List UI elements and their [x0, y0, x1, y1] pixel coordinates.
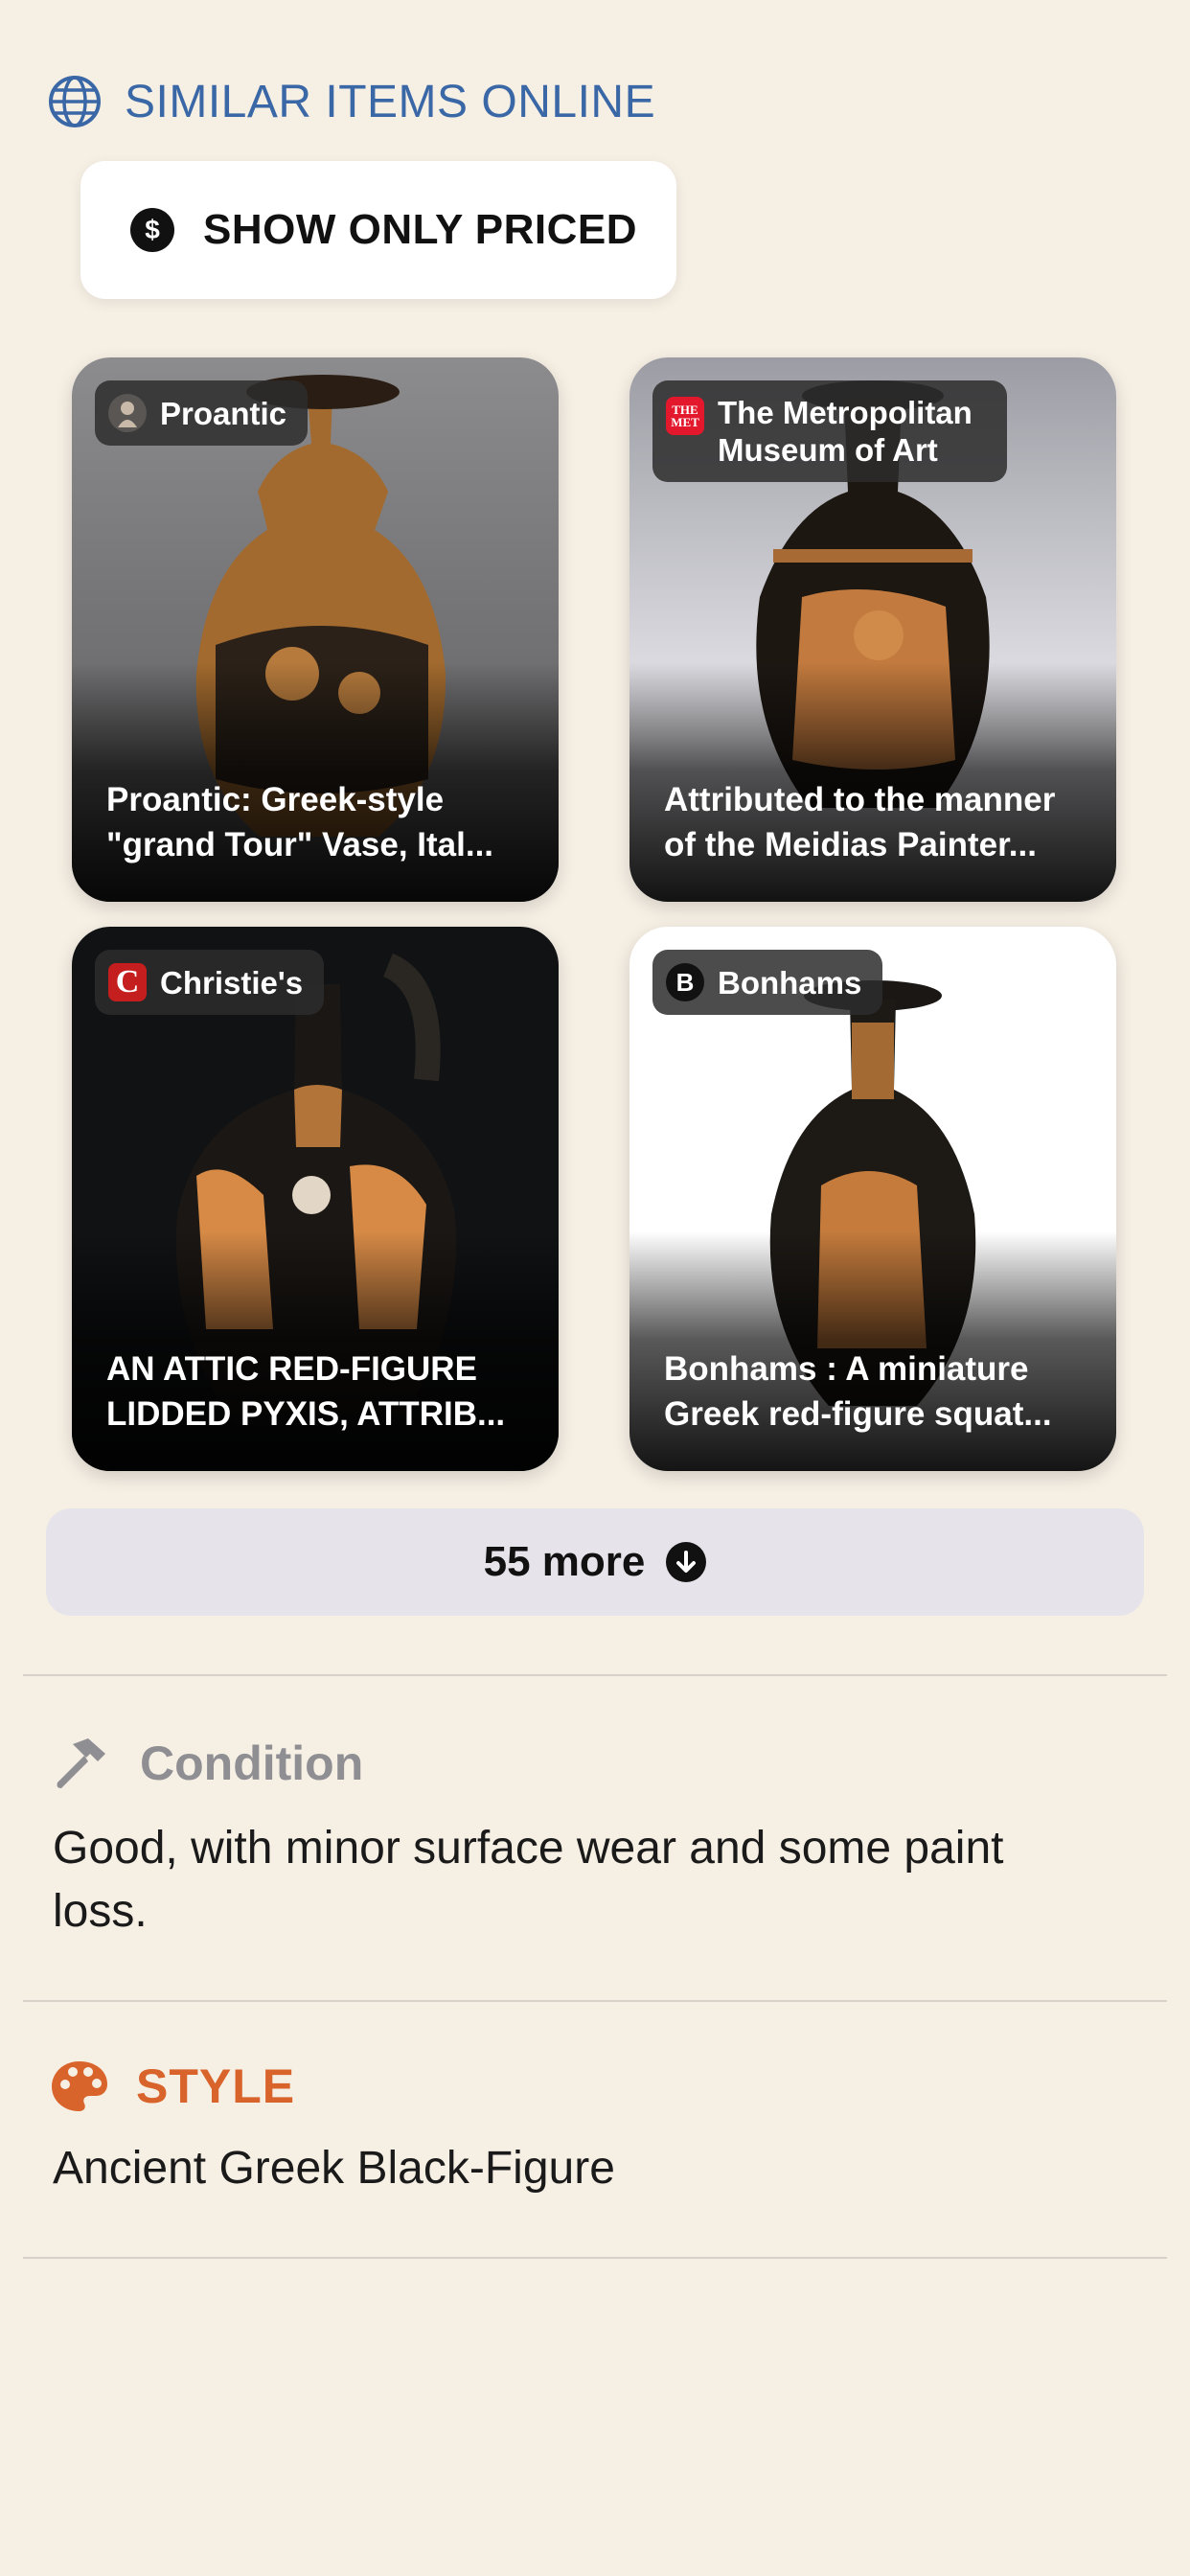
- result-card-bonhams[interactable]: B Bonhams Bonhams : A miniature Greek re…: [629, 927, 1116, 1471]
- globe-icon: [49, 76, 101, 127]
- divider: [23, 2257, 1167, 2259]
- palette-icon: [52, 2061, 107, 2111]
- source-name: Bonhams: [718, 964, 862, 1000]
- christies-logo-icon: C: [108, 963, 147, 1001]
- card-title: Proantic: Greek-style "grand Tour" Vase,…: [106, 781, 494, 863]
- result-card-proantic[interactable]: Proantic Proantic: Greek-style "grand To…: [72, 357, 559, 902]
- met-logo-icon: THE MET: [666, 397, 704, 435]
- show-more-button[interactable]: 55 more: [46, 1508, 1144, 1616]
- dollar-icon: $: [130, 208, 174, 252]
- condition-text: Good, with minor surface wear and some p…: [53, 1823, 1004, 1937]
- similar-items-header: SIMILAR ITEMS ONLINE: [48, 73, 655, 130]
- result-card-christies[interactable]: C Christie's AN ATTIC RED-FIGURE LIDDED …: [72, 927, 559, 1471]
- source-name: The Metropolitan Museum of Art: [718, 395, 973, 468]
- style-title: STYLE: [136, 2059, 296, 2113]
- section-title: SIMILAR ITEMS ONLINE: [125, 76, 656, 127]
- card-title: Bonhams : A miniature Greek red-figure s…: [664, 1350, 1052, 1433]
- condition-header: Condition: [50, 1735, 363, 1792]
- source-name: Christie's: [160, 964, 304, 1000]
- divider: [23, 2000, 1167, 2002]
- style-header: STYLE: [50, 2058, 295, 2114]
- source-name: Proantic: [160, 395, 287, 431]
- source-badge: Proantic: [95, 380, 309, 446]
- bonhams-logo-icon: B: [666, 963, 704, 1001]
- down-arrow-icon: [666, 1542, 707, 1582]
- more-label: 55 more: [483, 1538, 646, 1585]
- source-badge: THE MET The Metropolitan Museum of Art: [652, 380, 1007, 482]
- hammer-icon: [57, 1738, 105, 1788]
- source-badge: B Bonhams: [652, 950, 883, 1015]
- card-title: Attributed to the manner of the Meidias …: [664, 781, 1056, 863]
- divider: [23, 1674, 1167, 1676]
- style-text: Ancient Greek Black-Figure: [53, 2143, 615, 2194]
- source-badge: C Christie's: [95, 950, 325, 1015]
- result-card-met[interactable]: THE MET The Metropolitan Museum of Art A…: [629, 357, 1116, 902]
- proantic-logo-icon: [108, 394, 147, 432]
- show-only-priced-button[interactable]: $ SHOW ONLY PRICED: [80, 161, 676, 299]
- card-title: AN ATTIC RED-FIGURE LIDDED PYXIS, ATTRIB…: [106, 1350, 506, 1433]
- filter-label: SHOW ONLY PRICED: [203, 206, 637, 253]
- condition-title: Condition: [140, 1736, 364, 1790]
